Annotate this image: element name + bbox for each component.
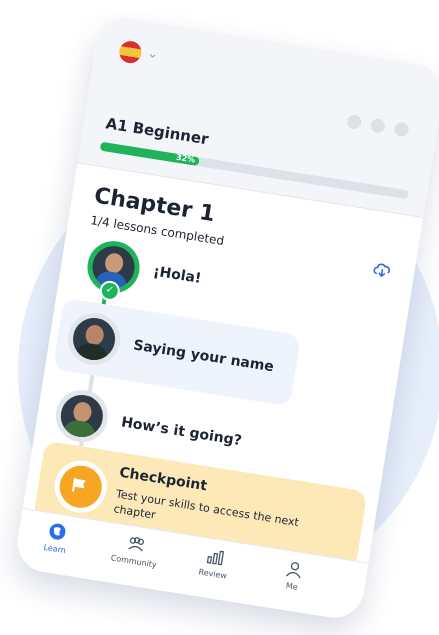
lesson-title: Saying your name xyxy=(132,337,275,376)
avatar xyxy=(52,386,112,446)
avatar xyxy=(64,309,124,369)
cloud-download-icon[interactable] xyxy=(371,260,393,279)
nav-label: Community xyxy=(110,553,158,570)
flag-icon xyxy=(71,477,86,492)
profile-icon xyxy=(285,562,301,579)
nav-label: Learn xyxy=(42,542,67,556)
lesson-title: How’s it going? xyxy=(120,414,243,450)
dot-icon xyxy=(369,117,386,134)
chevron-down-icon[interactable]: ⌄ xyxy=(146,46,159,63)
spain-flag-icon[interactable] xyxy=(117,39,143,65)
community-icon xyxy=(128,537,145,552)
nav-label: Review xyxy=(197,567,228,581)
review-icon xyxy=(206,550,225,566)
nav-item-learn[interactable]: Learn xyxy=(22,518,90,559)
checkpoint-badge xyxy=(51,456,111,517)
shirt-shape xyxy=(74,341,110,367)
nav-label: Me xyxy=(285,581,299,592)
globe-icon xyxy=(49,523,66,540)
dot-icon xyxy=(346,114,363,131)
nav-item-me[interactable]: Me xyxy=(259,555,327,596)
course-level: A1 Beginner xyxy=(104,114,210,149)
lesson-title: ¡Hola! xyxy=(152,263,203,287)
nav-item-community[interactable]: Community xyxy=(101,530,169,571)
dot-icon xyxy=(393,121,410,138)
nav-item-review[interactable]: Review xyxy=(180,543,248,584)
shirt-shape xyxy=(62,418,97,444)
